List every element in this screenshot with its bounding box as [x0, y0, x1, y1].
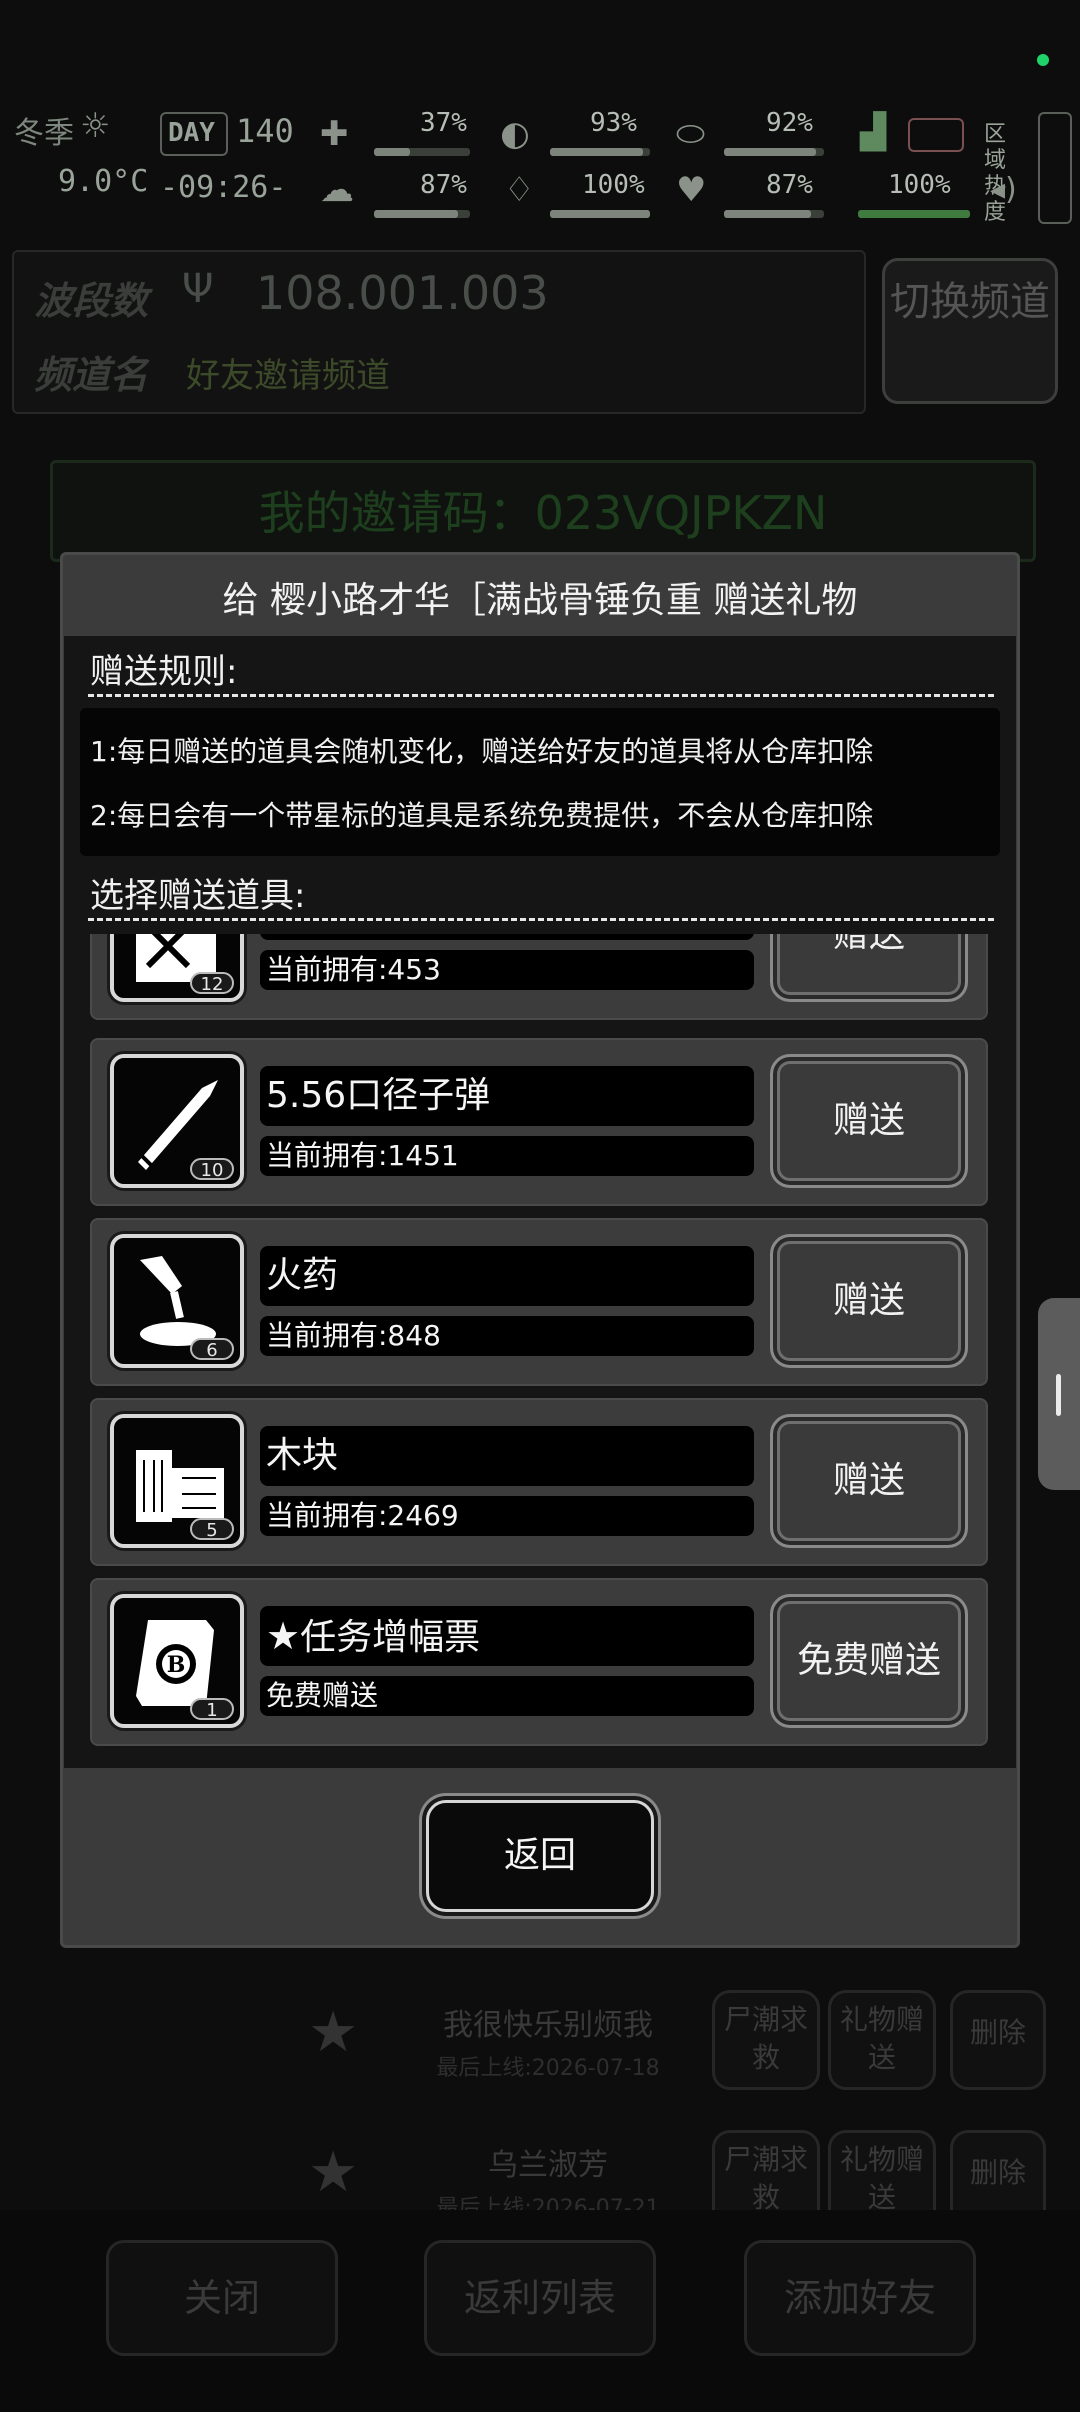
gunpowder-icon: 6 [110, 1234, 244, 1368]
frequency-value: 108.001.003 [256, 266, 549, 320]
day-number: 140 [236, 112, 294, 150]
speaker-icon[interactable]: ◂) [990, 172, 1017, 207]
gift-item-row: 5 木块 当前拥有:2469 赠送 [90, 1398, 988, 1566]
item-quantity: 5 [190, 1518, 234, 1541]
delete-friend-button[interactable]: 删除 [950, 1990, 1046, 2090]
rule-1: 1:每日赠送的道具会随机变化，赠送给好友的道具将从仓库扣除 [90, 735, 874, 768]
gift-item-row: 6 火药 当前拥有:848 赠送 [90, 1218, 988, 1386]
mood-pct: 87% [766, 170, 813, 200]
fuel-icon: 12 [110, 934, 244, 1002]
divider [88, 918, 994, 921]
health-bar [374, 148, 470, 156]
close-button[interactable]: 关闭 [106, 2240, 338, 2356]
rule-2: 2:每日会有一个带星标的道具是系统免费提供，不会从仓库扣除 [90, 799, 874, 832]
rules-box: 1:每日赠送的道具会随机变化，赠送给好友的道具将从仓库扣除 2:每日会有一个带星… [80, 708, 1000, 856]
pill-icon: ⬭ [676, 114, 706, 154]
add-friend-button[interactable]: 添加好友 [744, 2240, 976, 2356]
gift-item-row: 12 燃料 当前拥有:453 赠送 [90, 934, 988, 1020]
friend-name: 我很快乐别烦我 [443, 2008, 653, 2043]
radio-panel: 波段数 Ψ 108.001.003 频道名 好友邀请频道 [12, 250, 866, 414]
svg-text:B: B [167, 1652, 186, 1678]
rescue-request-button[interactable]: 尸潮求救 [712, 1990, 820, 2090]
item-quantity: 12 [190, 972, 234, 995]
immunity-bar [724, 148, 824, 156]
medkit-icon: ✚ [320, 114, 349, 154]
item-owned: 当前拥有:453 [260, 950, 754, 990]
zone-heat-meter [908, 118, 964, 152]
gift-send-button[interactable]: 赠送 [770, 1234, 968, 1368]
friend-last-online: 最后上线:2026-07-18 [436, 2056, 660, 2081]
wood-block-icon: 5 [110, 1414, 244, 1548]
item-name: 燃料 [260, 934, 754, 940]
star-icon: ★ [308, 2000, 359, 2065]
hud-bar: 冬季 ☼ 9.0°C DAY 140 -09:26- ✚ 37% ☁ 87% ◐… [10, 106, 1072, 228]
back-button[interactable]: 返回 [426, 1800, 654, 1912]
hunger-bar [550, 148, 650, 156]
star-icon: ★ [308, 2140, 359, 2205]
invite-code-panel: 我的邀请码：023VQJPKZN [50, 460, 1036, 562]
gift-send-button[interactable]: 赠送 [770, 1414, 968, 1548]
water-drop-icon: ♢ [504, 170, 535, 210]
day-badge: DAY [160, 112, 228, 156]
gift-item-list[interactable]: 12 燃料 当前拥有:453 赠送 10 5.56口径子弹 当前拥有:1451 … [64, 934, 1016, 1756]
sun-icon: ☼ [80, 106, 111, 146]
rules-heading: 赠送规则: [90, 652, 238, 692]
hunger-pct: 93% [590, 108, 637, 138]
level-icon: ▟ [860, 112, 887, 152]
item-name: 火药 [260, 1246, 754, 1306]
heart-icon: ♥ [676, 170, 707, 210]
switch-channel-button[interactable]: 切换频道 [882, 258, 1058, 404]
item-owned: 当前拥有:1451 [260, 1136, 754, 1176]
sanity-pct: 87% [420, 170, 467, 200]
item-quantity: 10 [190, 1158, 234, 1181]
brain-icon: ☁ [320, 170, 354, 210]
invite-code-text[interactable]: 我的邀请码：023VQJPKZN [53, 477, 1033, 543]
immunity-pct: 92% [766, 108, 813, 138]
dialog-title: 给 樱小路才华［满战骨锤负重 赠送礼物 [222, 580, 858, 621]
item-quantity: 1 [190, 1698, 234, 1721]
heat-gauge [1038, 112, 1072, 224]
channel-name: 好友邀请频道 [186, 356, 390, 396]
side-drawer-handle[interactable] [1038, 1298, 1080, 1490]
stamina-pct: 100% [888, 170, 951, 200]
game-time: -09:26- [160, 170, 287, 205]
season-text: 冬季 [14, 116, 74, 151]
gift-send-button[interactable]: 赠送 [770, 1054, 968, 1188]
item-owned: 当前拥有:848 [260, 1316, 754, 1356]
ticket-icon: B 1 [110, 1594, 244, 1728]
divider [88, 694, 994, 697]
status-indicator-dot [1037, 54, 1049, 66]
sanity-bar [374, 210, 470, 218]
gift-item-row: 10 5.56口径子弹 当前拥有:1451 赠送 [90, 1038, 988, 1206]
channel-label: 频道名 [34, 353, 149, 397]
stomach-icon: ◐ [500, 114, 530, 154]
thirst-pct: 100% [582, 170, 645, 200]
health-pct: 37% [420, 108, 467, 138]
choose-items-heading: 选择赠送道具: [90, 876, 306, 916]
stamina-bar [858, 210, 970, 218]
star-icon: ★ [266, 1614, 301, 1658]
mood-bar [724, 210, 824, 218]
item-name: 木块 [260, 1426, 754, 1486]
gift-send-button[interactable]: 赠送 [770, 934, 968, 1002]
temperature-text: 9.0°C [58, 164, 149, 199]
band-label: 波段数 [34, 279, 149, 323]
gift-item-row: B 1 ★任务增幅票 免费赠送 免费赠送 [90, 1578, 988, 1746]
friend-row: ★ 我很快乐别烦我 最后上线:2026-07-18 尸潮求救 礼物赠送 删除 [298, 1980, 1068, 2098]
antenna-icon: Ψ [182, 266, 214, 312]
thirst-bar [550, 210, 650, 218]
gift-button[interactable]: 礼物赠送 [828, 1990, 936, 2090]
item-owned: 当前拥有:2469 [260, 1496, 754, 1536]
item-name: 5.56口径子弹 [260, 1066, 754, 1126]
bullet-icon: 10 [110, 1054, 244, 1188]
friend-name: 乌兰淑芳 [488, 2148, 608, 2183]
rebate-list-button[interactable]: 返利列表 [424, 2240, 656, 2356]
item-name: ★任务增幅票 [260, 1606, 754, 1666]
free-gift-button[interactable]: 免费赠送 [770, 1594, 968, 1728]
item-quantity: 6 [190, 1338, 234, 1361]
item-owned: 免费赠送 [260, 1676, 754, 1716]
